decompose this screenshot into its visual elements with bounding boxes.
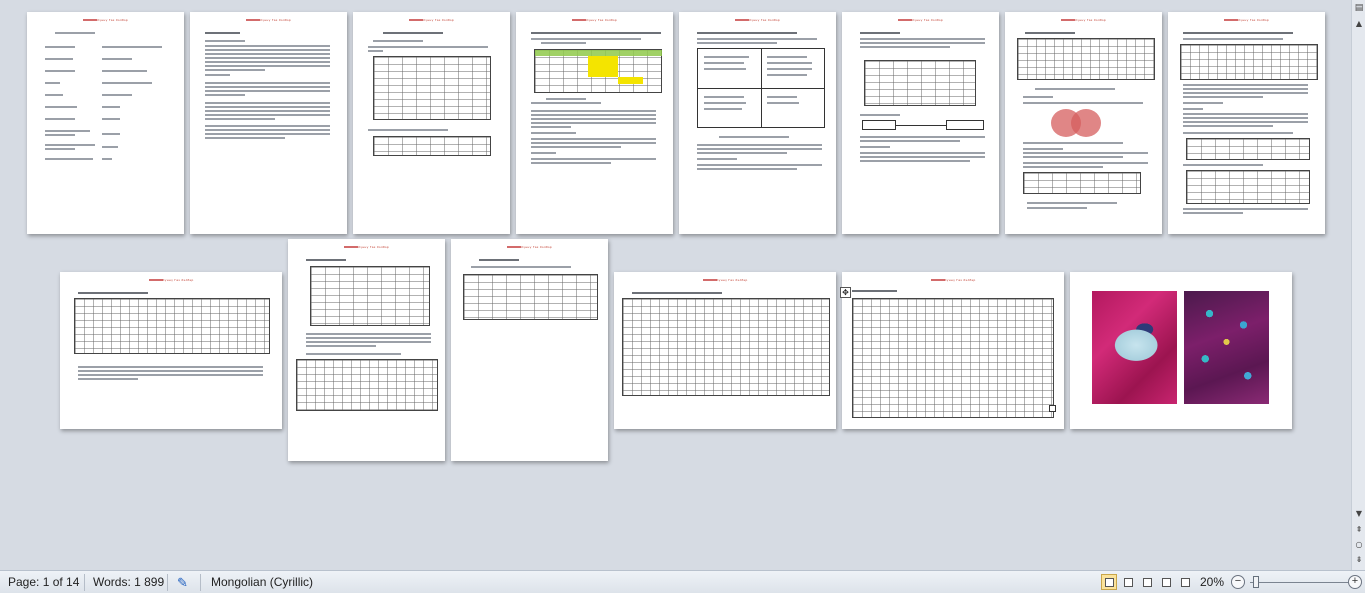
data-table [1180, 44, 1318, 80]
full-screen-reading-icon[interactable] [1120, 574, 1136, 590]
table-move-handle-icon[interactable]: ✥ [840, 287, 851, 298]
page-header: Хүннү Газ Хэлбэр [353, 18, 510, 22]
page-3[interactable]: Хүннү Газ Хэлбэр [353, 12, 510, 234]
data-table [310, 266, 430, 326]
status-bar: Page: 1 of 14 Words: 1 899 ✎ Mongolian (… [0, 570, 1365, 593]
page-header: Хүннү Газ Хэлбэр [614, 278, 836, 282]
data-table [1023, 172, 1141, 194]
next-page-icon[interactable]: ⇟ [1353, 554, 1365, 566]
data-table [373, 136, 491, 156]
data-table [1186, 170, 1310, 204]
data-table [463, 274, 598, 320]
page-header: Хүннү Газ Хэлбэр [288, 245, 445, 249]
page-header: Хүннү Газ Хэлбэр [60, 278, 282, 282]
data-table [1186, 138, 1310, 160]
draft-icon[interactable] [1177, 574, 1193, 590]
select-browse-object-icon[interactable]: ○ [1353, 539, 1365, 551]
zoom-out-button[interactable]: − [1231, 575, 1245, 589]
page-header: Хүннү Газ Хэлбэр [516, 18, 673, 22]
page-8[interactable]: Хүннү Газ Хэлбэр [1168, 12, 1325, 234]
page-header: Хүннү Газ Хэлбэр [451, 245, 608, 249]
photo-embroidered-fabric [1184, 291, 1269, 404]
web-layout-icon[interactable] [1139, 574, 1155, 590]
page-4[interactable]: Хүннү Газ Хэлбэр [516, 12, 673, 234]
page-7[interactable]: Хүннү Газ Хэлбэр [1005, 12, 1162, 234]
page-1[interactable]: Хүннү Газ Хэлбэр [27, 12, 184, 234]
page-6[interactable]: Хүннү Газ Хэлбэр [842, 12, 999, 234]
data-table [373, 56, 491, 120]
photo-deel-jacket [1092, 291, 1177, 404]
page-header: Хүннү Газ Хэлбэр [842, 18, 999, 22]
page-2[interactable]: Хүннү Газ Хэлбэр [190, 12, 347, 234]
data-table [852, 298, 1054, 418]
page-11[interactable]: Хүннү Газ Хэлбэр [451, 239, 608, 461]
zoom-level[interactable]: 20% [1200, 575, 1224, 590]
flow-box-right [946, 120, 984, 130]
scroll-down-icon[interactable]: ▼ [1353, 508, 1365, 520]
data-table [864, 60, 976, 106]
venn-circle-right [1071, 109, 1101, 137]
zoom-in-button[interactable]: + [1348, 575, 1362, 589]
data-table [74, 298, 270, 354]
page-9[interactable]: Хүннү Газ Хэлбэр [60, 272, 282, 429]
data-table [296, 359, 438, 411]
language-indicator[interactable]: Mongolian (Cyrillic) [211, 575, 313, 590]
data-table [622, 298, 830, 396]
ruler-toggle-icon[interactable]: ▤ [1353, 2, 1365, 14]
page-header: Хүннү Газ Хэлбэр [1005, 18, 1162, 22]
word-count[interactable]: Words: 1 899 [93, 575, 164, 590]
zoom-slider-track[interactable] [1250, 582, 1348, 583]
page-13[interactable]: Хүннү Газ Хэлбэр [842, 272, 1064, 429]
page-header: Хүннү Газ Хэлбэр [679, 18, 836, 22]
flow-box-left [862, 120, 896, 130]
page-header: Хүннү Газ Хэлбэр [27, 18, 184, 22]
swot-diagram [697, 48, 825, 128]
data-table [1017, 38, 1155, 80]
outline-icon[interactable] [1158, 574, 1174, 590]
page-14[interactable] [1070, 272, 1292, 429]
page-header: Хүннү Газ Хэлбэр [1168, 18, 1325, 22]
page-12[interactable]: Хүннү Газ Хэлбэр [614, 272, 836, 429]
vertical-scrollbar[interactable]: ▤ ▲ ▼ ⇞ ○ ⇟ [1351, 0, 1365, 570]
scroll-up-icon[interactable]: ▲ [1353, 18, 1365, 30]
previous-page-icon[interactable]: ⇞ [1353, 524, 1365, 536]
zoom-slider-thumb[interactable] [1253, 576, 1259, 588]
page-10[interactable]: Хүннү Газ Хэлбэр [288, 239, 445, 461]
page-count[interactable]: Page: 1 of 14 [8, 575, 79, 590]
page-5[interactable]: Хүннү Газ Хэлбэр [679, 12, 836, 234]
page-header: Хүннү Газ Хэлбэр [842, 278, 1064, 282]
page-header: Хүннү Газ Хэлбэр [190, 18, 347, 22]
proofing-icon[interactable]: ✎ [177, 575, 195, 590]
print-layout-icon[interactable] [1101, 574, 1117, 590]
document-workspace[interactable]: Хүннү Газ Хэлбэр Хүннү Газ Хэлбэр Хүннү … [0, 0, 1351, 570]
